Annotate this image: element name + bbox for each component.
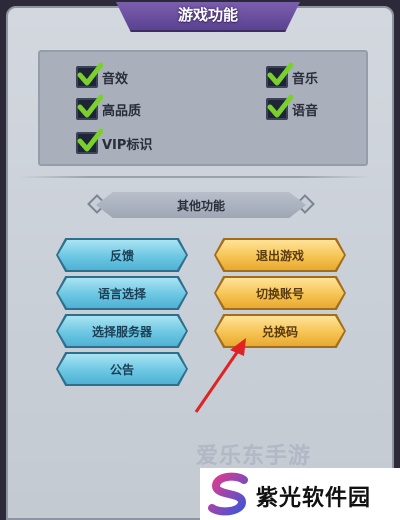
section-title: 其他功能	[176, 198, 225, 213]
feedback-button[interactable]: 反馈	[58, 240, 186, 270]
checkbox[interactable]	[76, 94, 103, 120]
button-label: 兑换码	[261, 324, 298, 339]
divider	[20, 176, 370, 178]
setting-label: 音效	[102, 71, 129, 87]
setting-music[interactable]: 音乐	[266, 62, 319, 88]
language-select-button[interactable]: 语言选择	[58, 278, 186, 308]
checkmark-icon	[77, 128, 103, 152]
page-title: 游戏功能	[177, 5, 238, 24]
setting-sound-effects[interactable]: 音效	[76, 62, 129, 88]
button-label: 切换账号	[255, 286, 304, 301]
logo-s-icon	[208, 472, 248, 516]
checkbox[interactable]	[76, 62, 103, 88]
switch-account-button[interactable]: 切换账号	[216, 278, 344, 308]
setting-voice[interactable]: 语音	[266, 94, 319, 120]
checkmark-icon	[267, 62, 293, 86]
checkmark-icon	[267, 94, 293, 118]
setting-label: 音乐	[292, 71, 319, 87]
checkbox[interactable]	[266, 62, 293, 88]
exit-game-button[interactable]: 退出游戏	[216, 240, 344, 270]
redeem-code-button[interactable]: 兑换码	[216, 316, 344, 346]
watermark-text: 爱乐东手游	[196, 444, 312, 469]
setting-high-quality[interactable]: 高品质	[76, 94, 142, 120]
settings-box: 音效 音乐 高品质 语音 VIP标识	[38, 50, 368, 166]
setting-vip-badge[interactable]: VIP标识	[76, 128, 153, 154]
watermark-logo-text: 紫光软件园	[256, 486, 372, 511]
button-label: 退出游戏	[255, 248, 304, 263]
setting-label: VIP标识	[102, 137, 153, 153]
setting-label: 高品质	[102, 103, 142, 119]
button-label: 选择服务器	[91, 324, 152, 339]
button-label: 公告	[109, 362, 134, 377]
checkmark-icon	[77, 94, 103, 118]
checkbox[interactable]	[266, 94, 293, 120]
title-banner: 游戏功能	[116, 2, 300, 32]
button-label: 语言选择	[97, 286, 146, 301]
section-banner: 其他功能	[96, 192, 306, 218]
setting-label: 语音	[292, 103, 319, 119]
checkbox[interactable]	[76, 128, 103, 154]
button-label: 反馈	[109, 248, 134, 263]
checkmark-icon	[77, 62, 103, 86]
server-select-button[interactable]: 选择服务器	[58, 316, 186, 346]
announcement-button[interactable]: 公告	[58, 354, 186, 384]
